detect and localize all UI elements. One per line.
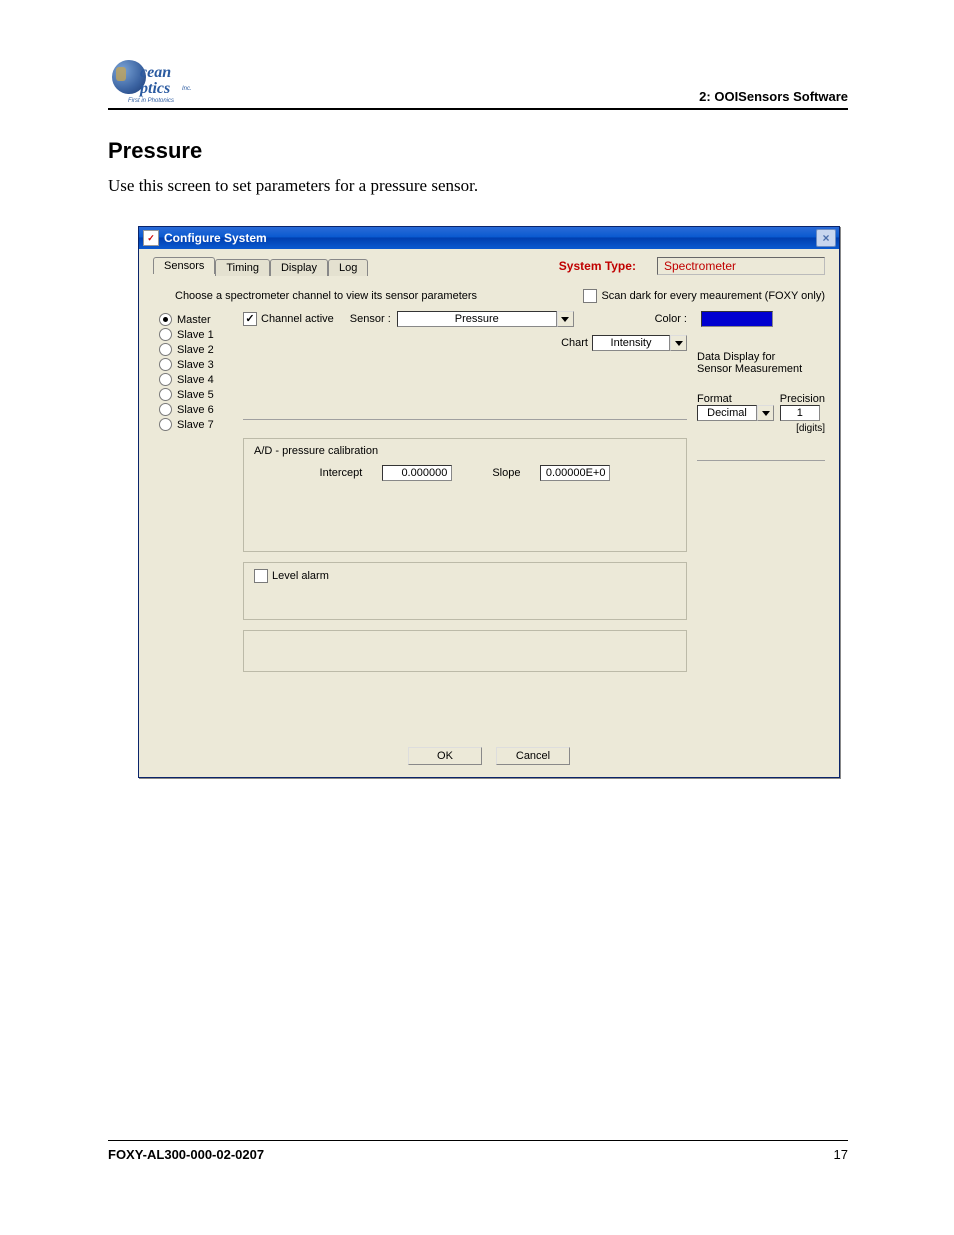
channel-slave3[interactable]: Slave 3: [159, 358, 243, 371]
tab-log[interactable]: Log: [328, 259, 368, 276]
radio-icon: [159, 403, 172, 416]
chart-label: Chart: [561, 337, 588, 349]
chevron-down-icon: [762, 411, 770, 416]
dropdown-button: [757, 405, 774, 421]
sensor-select-value: Pressure: [397, 311, 557, 327]
calibration-panel: A/D - pressure calibration Intercept 0.0…: [243, 438, 687, 552]
channel-slave7[interactable]: Slave 7: [159, 418, 243, 431]
section-title: Pressure: [108, 138, 848, 164]
level-alarm-panel: Level alarm: [243, 562, 687, 620]
data-display-label2: Sensor Measurement: [697, 363, 825, 375]
channel-master[interactable]: Master: [159, 313, 243, 326]
radio-icon: [159, 328, 172, 341]
header-section-label: 2: OOISensors Software: [699, 89, 848, 104]
format-label: Format: [697, 393, 774, 405]
channel-slave6[interactable]: Slave 6: [159, 403, 243, 416]
tab-timing[interactable]: Timing: [215, 259, 270, 276]
channel-label: Slave 1: [177, 329, 214, 341]
channel-label: Slave 5: [177, 389, 214, 401]
radio-icon: [159, 313, 172, 326]
footer-docid: FOXY-AL300-000-02-0207: [108, 1147, 264, 1162]
dropdown-button: [670, 335, 687, 351]
scan-dark-label: Scan dark for every meaurement (FOXY onl…: [601, 290, 825, 302]
channel-label: Slave 2: [177, 344, 214, 356]
dropdown-button: [557, 311, 574, 327]
channel-radio-group: Master Slave 1 Slave 2 Slave 3 Slave 4 S…: [153, 311, 243, 729]
close-icon: ×: [822, 232, 829, 244]
sensor-label: Sensor :: [350, 313, 391, 325]
checkbox-icon: [254, 569, 268, 583]
footer-page-number: 17: [834, 1147, 848, 1162]
chevron-down-icon: [561, 317, 569, 322]
tab-display[interactable]: Display: [270, 259, 328, 276]
channel-label: Slave 7: [177, 419, 214, 431]
logo-tagline: First in Photonics: [128, 98, 174, 104]
separator: [243, 419, 687, 420]
radio-icon: [159, 418, 172, 431]
channel-instruction: Choose a spectrometer channel to view it…: [175, 290, 477, 302]
sensor-select[interactable]: Pressure: [397, 311, 574, 327]
close-button[interactable]: ×: [816, 229, 836, 247]
page-header: cean ptics Inc. First in Photonics 2: OO…: [108, 58, 848, 110]
level-alarm-label: Level alarm: [272, 570, 329, 582]
channel-active-checkbox[interactable]: Channel active: [243, 312, 334, 326]
page-footer: FOXY-AL300-000-02-0207 17: [108, 1140, 848, 1162]
ok-button[interactable]: OK: [408, 747, 482, 765]
channel-label: Slave 3: [177, 359, 214, 371]
format-select-value: Decimal: [697, 405, 757, 421]
intercept-label: Intercept: [320, 467, 363, 479]
radio-icon: [159, 343, 172, 356]
window-title: Configure System: [164, 231, 267, 245]
channel-slave1[interactable]: Slave 1: [159, 328, 243, 341]
digits-label: [digits]: [780, 423, 825, 434]
radio-icon: [159, 388, 172, 401]
data-display-label: Data Display for: [697, 351, 825, 363]
color-swatch[interactable]: [701, 311, 773, 327]
level-alarm-checkbox[interactable]: Level alarm: [254, 569, 329, 583]
logo: cean ptics Inc. First in Photonics: [108, 58, 202, 104]
configure-system-window: ✓ Configure System × Sensors Timing Disp…: [138, 226, 840, 778]
calibration-title: A/D - pressure calibration: [254, 445, 676, 457]
logo-inc: Inc.: [182, 86, 192, 92]
scan-dark-checkbox[interactable]: Scan dark for every meaurement (FOXY onl…: [583, 289, 825, 303]
system-type-value: Spectrometer: [657, 257, 825, 275]
chart-select[interactable]: Intensity: [592, 335, 687, 351]
chart-select-value: Intensity: [592, 335, 670, 351]
checkbox-icon: [583, 289, 597, 303]
window-titlebar: ✓ Configure System ×: [139, 227, 839, 249]
slope-label: Slope: [492, 467, 520, 479]
radio-icon: [159, 358, 172, 371]
radio-icon: [159, 373, 172, 386]
precision-input[interactable]: 1: [780, 405, 820, 421]
tab-sensors[interactable]: Sensors: [153, 257, 215, 274]
precision-label: Precision: [780, 393, 825, 405]
window-icon: ✓: [143, 230, 159, 246]
format-select[interactable]: Decimal: [697, 405, 774, 421]
intercept-input[interactable]: 0.000000: [382, 465, 452, 481]
channel-active-label: Channel active: [261, 313, 334, 325]
tab-bar: Sensors Timing Display Log: [153, 257, 368, 274]
logo-text: ptics: [140, 80, 170, 98]
separator: [697, 460, 825, 461]
channel-slave5[interactable]: Slave 5: [159, 388, 243, 401]
channel-label: Master: [177, 314, 211, 326]
channel-slave2[interactable]: Slave 2: [159, 343, 243, 356]
channel-label: Slave 4: [177, 374, 214, 386]
slope-input[interactable]: 0.00000E+0: [540, 465, 610, 481]
section-description: Use this screen to set parameters for a …: [108, 176, 848, 196]
color-label: Color :: [655, 313, 687, 325]
chevron-down-icon: [675, 341, 683, 346]
channel-slave4[interactable]: Slave 4: [159, 373, 243, 386]
empty-panel: [243, 630, 687, 672]
cancel-button[interactable]: Cancel: [496, 747, 570, 765]
channel-label: Slave 6: [177, 404, 214, 416]
system-type-label: System Type:: [559, 259, 636, 273]
checkbox-icon: [243, 312, 257, 326]
